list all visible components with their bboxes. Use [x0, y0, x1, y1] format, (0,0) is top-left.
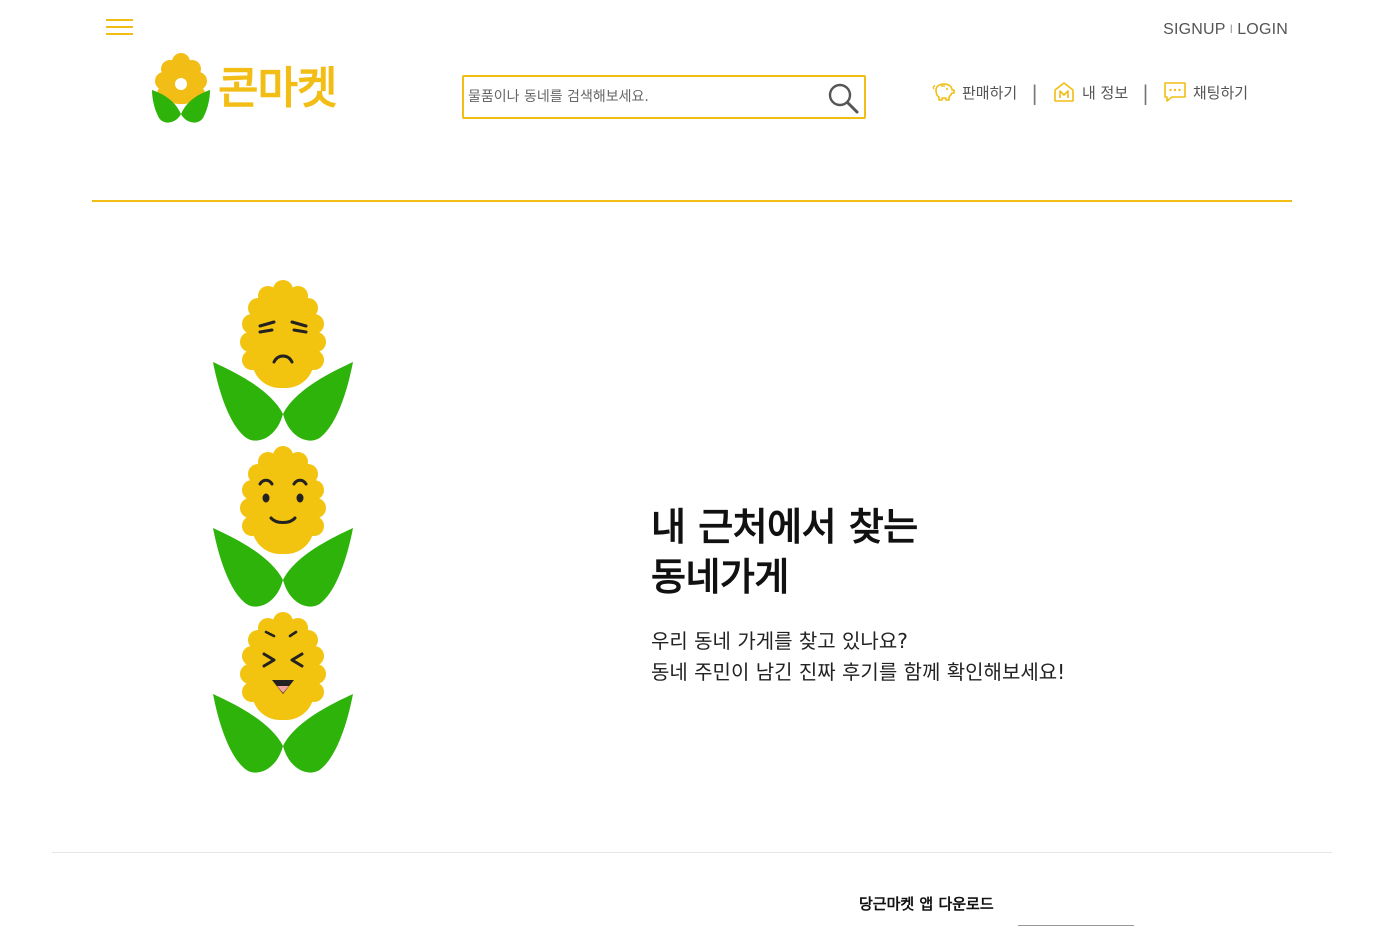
- login-link[interactable]: LOGIN: [1237, 21, 1288, 38]
- nav-separator: |: [1142, 81, 1149, 105]
- header-divider: [92, 200, 1292, 202]
- signup-link[interactable]: SIGNUP: [1163, 21, 1226, 38]
- hamburger-icon-line: [106, 19, 133, 21]
- header-nav: 판매하기 | 내 정보 | 채팅하기: [932, 80, 1248, 105]
- hero-title-line2: 동네가게: [651, 555, 789, 599]
- corn-laugh-icon: [210, 610, 356, 776]
- hamburger-menu-button[interactable]: [106, 18, 134, 38]
- app-download-underline: [1018, 925, 1134, 926]
- corn-logo-icon: [152, 53, 210, 123]
- search-box: [462, 75, 866, 119]
- app-download-heading: 당근마켓 앱 다운로드: [859, 895, 994, 913]
- hero-title: 내 근처에서 찾는 동네가게: [651, 502, 1065, 602]
- nav-my-info-label: 내 정보: [1081, 83, 1129, 102]
- nav-sell[interactable]: 판매하기: [932, 81, 1017, 103]
- nav-chat[interactable]: 채팅하기: [1163, 81, 1248, 103]
- nav-my-info[interactable]: 내 정보: [1052, 81, 1128, 103]
- corn-illustration: [210, 278, 356, 776]
- site-logo[interactable]: 콘마켓: [150, 52, 337, 126]
- piggy-bank-icon: [932, 83, 955, 101]
- nav-chat-label: 채팅하기: [1192, 83, 1249, 102]
- hero-section: 내 근처에서 찾는 동네가게 우리 동네 가게를 찾고 있나요? 동네 주민이 …: [651, 502, 1065, 688]
- auth-links: SIGNUP I LOGIN: [1163, 21, 1288, 39]
- search-input[interactable]: [468, 85, 818, 109]
- hamburger-icon-line: [106, 26, 133, 28]
- corn-sad-icon: [210, 278, 356, 444]
- hamburger-icon-line: [106, 33, 133, 35]
- chat-icon: [1164, 82, 1186, 102]
- corn-smile-icon: [210, 444, 356, 610]
- hero-subtitle-line1: 우리 동네 가게를 찾고 있나요?: [651, 629, 908, 653]
- auth-separator: I: [1229, 22, 1234, 36]
- search-icon: [828, 83, 859, 114]
- logo-text: 콘마켓: [218, 63, 337, 114]
- nav-separator: |: [1031, 81, 1038, 105]
- hero-title-line1: 내 근처에서 찾는: [651, 505, 918, 549]
- hero-subtitle-line2: 동네 주민이 남긴 진짜 후기를 함께 확인해보세요!: [651, 660, 1066, 684]
- nav-sell-label: 판매하기: [962, 83, 1018, 102]
- footer-divider: [52, 852, 1332, 853]
- search-button[interactable]: [826, 81, 860, 115]
- hero-subtitle: 우리 동네 가게를 찾고 있나요? 동네 주민이 남긴 진짜 후기를 함께 확인…: [651, 626, 1065, 688]
- my-info-icon: [1054, 82, 1074, 102]
